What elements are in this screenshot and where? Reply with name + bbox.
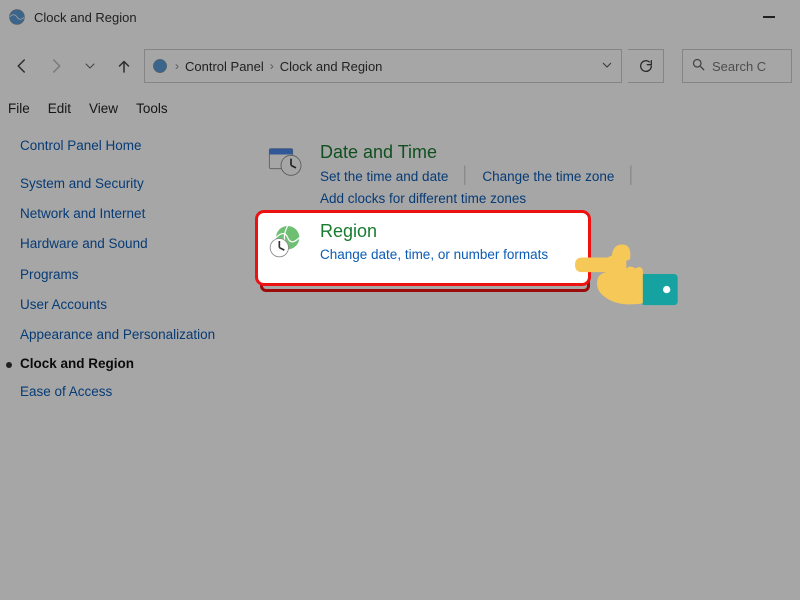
window: Clock and Region › Control Panel › (0, 0, 800, 600)
app-icon (8, 8, 26, 26)
sidebar-item-system-security[interactable]: System and Security (20, 171, 220, 197)
sidebar-item-programs[interactable]: Programs (20, 262, 220, 288)
sidebar-item-current-label: Clock and Region (20, 352, 134, 375)
address-bar[interactable]: › Control Panel › Clock and Region (144, 49, 622, 83)
clock-calendar-icon (266, 142, 306, 182)
address-dropdown[interactable] (599, 55, 615, 78)
chevron-right-icon: › (270, 59, 274, 73)
sidebar: Control Panel Home System and Security N… (20, 138, 220, 406)
bullet-icon (6, 362, 12, 368)
search-icon (691, 57, 706, 75)
link-change-time-zone[interactable]: Change the time zone (482, 169, 614, 184)
section-date-and-time: Date and Time Set the time and date │ Ch… (260, 138, 780, 214)
breadcrumb-seg-2[interactable]: Clock and Region (280, 59, 383, 74)
link-change-formats[interactable]: Change date, time, or number formats (325, 264, 553, 279)
menu-tools[interactable]: Tools (136, 101, 168, 116)
section-title-region[interactable]: Region (325, 239, 553, 260)
chevron-right-icon: › (175, 59, 179, 73)
link-add-clocks[interactable]: Add clocks for different time zones (320, 191, 526, 206)
window-title: Clock and Region (34, 10, 746, 25)
divider: │ (626, 167, 636, 185)
search-input[interactable]: Search C (682, 49, 792, 83)
sidebar-home[interactable]: Control Panel Home (20, 138, 220, 153)
up-button[interactable] (110, 52, 138, 80)
divider: │ (460, 167, 470, 185)
menu-edit[interactable]: Edit (48, 101, 71, 116)
back-button[interactable] (8, 52, 36, 80)
sidebar-item-ease-of-access[interactable]: Ease of Access (20, 379, 220, 405)
sidebar-item-network[interactable]: Network and Internet (20, 201, 220, 227)
content-area: Control Panel Home System and Security N… (0, 122, 800, 422)
sidebar-item-hardware[interactable]: Hardware and Sound (20, 231, 220, 257)
forward-button[interactable] (42, 52, 70, 80)
sidebar-item-appearance[interactable]: Appearance and Personalization (20, 322, 220, 348)
nav-row: › Control Panel › Clock and Region Searc… (0, 44, 800, 88)
refresh-button[interactable] (628, 49, 664, 83)
search-placeholder: Search C (712, 59, 766, 74)
main-panel: Date and Time Set the time and date │ Ch… (260, 138, 780, 406)
titlebar: Clock and Region (0, 0, 800, 34)
globe-clock-icon (271, 239, 311, 279)
menu-file[interactable]: File (8, 101, 30, 116)
section-title-date-time[interactable]: Date and Time (320, 142, 774, 163)
sidebar-item-user-accounts[interactable]: User Accounts (20, 292, 220, 318)
link-set-time-date[interactable]: Set the time and date (320, 169, 448, 184)
minimize-button[interactable] (746, 2, 792, 32)
sidebar-item-clock-region[interactable]: Clock and Region (20, 352, 220, 375)
breadcrumb-seg-1[interactable]: Control Panel (185, 59, 264, 74)
address-icon (151, 57, 169, 75)
recent-dropdown[interactable] (76, 52, 104, 80)
section-region: Region Change date, time, or number form… (260, 228, 590, 292)
menu-bar: File Edit View Tools (0, 94, 800, 122)
menu-view[interactable]: View (89, 101, 118, 116)
